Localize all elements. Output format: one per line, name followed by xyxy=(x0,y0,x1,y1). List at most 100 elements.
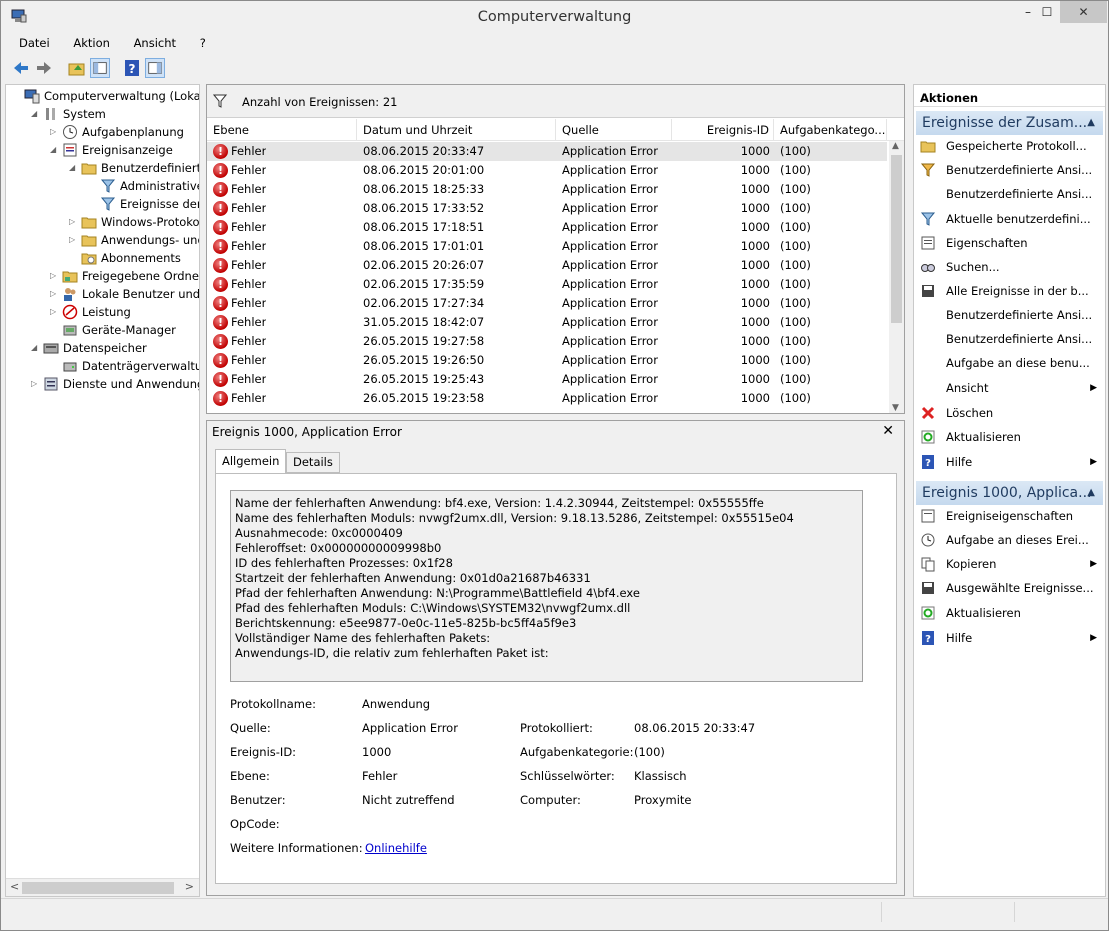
action-item[interactable]: Alle Ereignisse in der b... xyxy=(916,280,1103,302)
action-item[interactable]: Aufgabe an dieses Erei... xyxy=(916,529,1103,551)
column-ereignis-id[interactable]: Ereignis-ID xyxy=(672,119,774,141)
protokollname-value: Anwendung xyxy=(362,697,431,711)
onlinehilfe-link[interactable]: Onlinehilfe xyxy=(365,841,427,855)
actions-section-header[interactable]: Ereignis 1000, Applica... ▲ xyxy=(916,481,1103,505)
menu-help[interactable]: ? xyxy=(190,34,216,52)
back-icon[interactable] xyxy=(11,58,31,78)
collapse-arrow-icon[interactable]: ◢ xyxy=(69,159,79,177)
properties-icon[interactable] xyxy=(145,58,165,78)
expand-arrow-icon[interactable]: ▷ xyxy=(50,123,60,141)
action-item[interactable]: Suchen... xyxy=(916,256,1103,278)
action-item[interactable]: Löschen xyxy=(916,402,1103,424)
cell-ebene: Fehler xyxy=(231,315,267,329)
cell-quelle: Application Error xyxy=(562,372,658,386)
save-icon xyxy=(922,285,934,297)
table-row[interactable]: ! Fehler 08.06.2015 17:18:51 Application Er… xyxy=(207,218,887,237)
action-item[interactable]: Aktualisieren xyxy=(916,602,1103,624)
cell-ebene: Fehler xyxy=(231,391,267,405)
action-item[interactable]: Ereigniseigenschaften xyxy=(916,505,1103,527)
action-label: Aufgabe an dieses Erei... xyxy=(946,533,1089,547)
tree-item-label: Windows-Protokolle xyxy=(101,215,200,229)
expand-arrow-icon[interactable]: ▷ xyxy=(69,231,79,249)
close-button[interactable]: ✕ xyxy=(1060,1,1107,23)
section-title: Ereignis 1000, Applica... xyxy=(922,485,1092,501)
action-item[interactable]: Aktuelle benutzerdefini... xyxy=(916,208,1103,230)
scroll-down-arrow[interactable]: ▼ xyxy=(892,403,899,413)
expand-arrow-icon[interactable]: ▷ xyxy=(50,267,60,285)
scroll-left-arrow[interactable]: < xyxy=(10,880,19,893)
table-row[interactable]: ! Fehler 02.06.2015 17:35:59 Application Er… xyxy=(207,275,887,294)
event-list-scrollbar[interactable]: ▲ ▼ xyxy=(889,141,904,413)
tab-details[interactable]: Details xyxy=(286,452,340,473)
table-row[interactable]: ! Fehler 26.05.2015 19:23:58 Application Er… xyxy=(207,389,887,408)
action-item[interactable]: Gespeicherte Protokoll... xyxy=(916,135,1103,157)
action-item[interactable]: Ansicht ▶ xyxy=(916,377,1103,399)
action-item[interactable]: Benutzerdefinierte Ansi... xyxy=(916,159,1103,181)
help-icon[interactable]: ? xyxy=(122,58,142,78)
detail-close-icon[interactable]: ✕ xyxy=(882,423,894,439)
expand-arrow-icon[interactable]: ▷ xyxy=(50,303,60,321)
cell-datum: 08.06.2015 20:01:00 xyxy=(363,163,485,177)
menu-ansicht[interactable]: Ansicht xyxy=(124,34,186,52)
action-item[interactable]: Benutzerdefinierte Ansi... xyxy=(916,328,1103,350)
cell-ereignis-id: 1000 xyxy=(740,296,770,310)
tree-item-label: Datenträgerverwaltung xyxy=(82,359,199,373)
collapse-caret-icon[interactable]: ▲ xyxy=(1087,111,1095,135)
maximize-button[interactable]: ☐ xyxy=(1034,1,1060,23)
collapse-caret-icon[interactable]: ▲ xyxy=(1087,481,1095,505)
show-tree-icon[interactable] xyxy=(90,58,110,78)
table-row[interactable]: ! Fehler 08.06.2015 17:01:01 Application Er… xyxy=(207,237,887,256)
action-item[interactable]: Benutzerdefinierte Ansi... xyxy=(916,304,1103,326)
action-item[interactable]: Benutzerdefinierte Ansi... xyxy=(916,183,1103,205)
column-datum[interactable]: Datum und Uhrzeit xyxy=(357,119,556,141)
column-ebene[interactable]: Ebene xyxy=(207,119,357,141)
table-row[interactable]: ! Fehler 26.05.2015 19:25:43 Application Er… xyxy=(207,370,887,389)
action-item[interactable]: ? Hilfe ▶ xyxy=(916,627,1103,649)
tab-allgemein[interactable]: Allgemein xyxy=(215,449,287,474)
action-item[interactable]: Eigenschaften xyxy=(916,232,1103,254)
table-row[interactable]: ! Fehler 26.05.2015 19:27:58 Application Er… xyxy=(207,332,887,351)
table-row[interactable]: ! Fehler 08.06.2015 17:33:52 Application Er… xyxy=(207,199,887,218)
description-line: ID des fehlerhaften Prozesses: 0x1f28 xyxy=(235,556,453,570)
actions-section-header[interactable]: Ereignisse der Zusam... ▲ xyxy=(916,111,1103,135)
collapse-arrow-icon[interactable]: ◢ xyxy=(50,141,60,159)
computer-management-window: Computerverwaltung – ☐ ✕ Datei Aktion An… xyxy=(0,0,1109,931)
expand-arrow-icon[interactable]: ▷ xyxy=(31,375,41,393)
table-row[interactable]: ! Fehler 31.05.2015 18:42:07 Application Er… xyxy=(207,313,887,332)
scroll-thumb[interactable] xyxy=(891,155,902,323)
action-item[interactable]: Aufgabe an diese benu... xyxy=(916,352,1103,374)
scroll-thumb[interactable] xyxy=(22,882,174,894)
cell-aufgabenkategorie: (100) xyxy=(780,163,811,177)
action-item[interactable]: Kopieren ▶ xyxy=(916,553,1103,575)
tree-horizontal-scrollbar[interactable]: < > xyxy=(6,878,199,896)
column-quelle[interactable]: Quelle xyxy=(556,119,672,141)
action-item[interactable]: ? Hilfe ▶ xyxy=(916,451,1103,473)
svg-text:?: ? xyxy=(129,62,136,76)
scroll-up-arrow[interactable]: ▲ xyxy=(892,141,899,151)
table-row[interactable]: ! Fehler 08.06.2015 18:25:33 Application Er… xyxy=(207,180,887,199)
up-folder-icon[interactable] xyxy=(67,58,87,78)
table-row[interactable]: ! Fehler 02.06.2015 17:27:34 Application Er… xyxy=(207,294,887,313)
table-row[interactable]: ! Fehler 08.06.2015 20:33:47 Application Er… xyxy=(207,142,887,161)
menu-aktion[interactable]: Aktion xyxy=(63,34,120,52)
action-item[interactable]: Aktualisieren xyxy=(916,426,1103,448)
copy-icon xyxy=(921,557,935,572)
expand-arrow-icon[interactable]: ▷ xyxy=(69,213,79,231)
table-row[interactable]: ! Fehler 02.06.2015 20:26:07 Application Er… xyxy=(207,256,887,275)
collapse-arrow-icon[interactable]: ◢ xyxy=(31,339,41,357)
collapse-arrow-icon[interactable]: ◢ xyxy=(31,105,41,123)
scroll-right-arrow[interactable]: > xyxy=(185,880,194,893)
cell-aufgabenkategorie: (100) xyxy=(780,182,811,196)
forward-icon[interactable] xyxy=(34,58,54,78)
action-item[interactable]: Ausgewählte Ereignisse... xyxy=(916,577,1103,599)
ereignis-id-label: Ereignis-ID: xyxy=(230,745,297,759)
table-row[interactable]: ! Fehler 26.05.2015 19:26:50 Application Er… xyxy=(207,351,887,370)
column-aufgabenkategorie[interactable]: Aufgabenkatego... xyxy=(774,119,887,141)
table-row[interactable]: ! Fehler 08.06.2015 20:01:00 Application Er… xyxy=(207,161,887,180)
cell-datum: 08.06.2015 17:18:51 xyxy=(363,220,485,234)
disk-icon xyxy=(63,362,77,372)
action-label: Hilfe xyxy=(946,455,973,469)
menu-datei[interactable]: Datei xyxy=(9,34,60,52)
expand-arrow-icon[interactable]: ▷ xyxy=(50,285,60,303)
event-description[interactable]: Name der fehlerhaften Anwendung: bf4.exe… xyxy=(230,490,863,682)
